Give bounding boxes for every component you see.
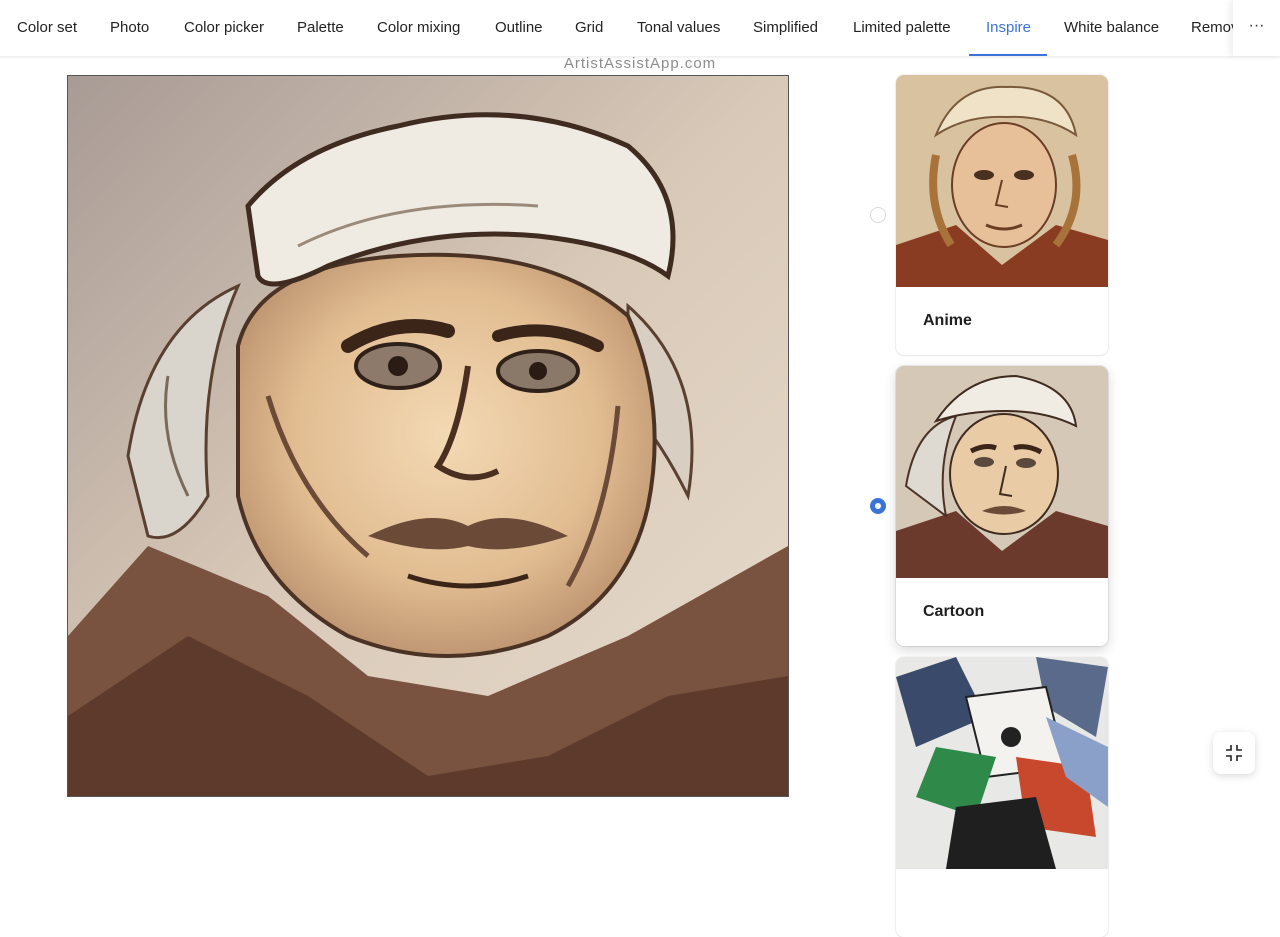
style-label-3 <box>896 869 1108 937</box>
exit-fullscreen-button[interactable] <box>1213 732 1255 774</box>
cartoon-thumbnail <box>896 366 1108 578</box>
tab-limited-palette[interactable]: Limited palette <box>853 0 951 56</box>
inspire-result-image <box>67 75 789 797</box>
style-label-anime: Anime <box>923 312 972 329</box>
anime-thumbnail <box>896 75 1108 287</box>
watermark: ArtistAssistApp.com <box>563 55 717 72</box>
tab-palette[interactable]: Palette <box>297 0 344 56</box>
style-radio-anime[interactable] <box>870 207 886 223</box>
ellipsis-icon: ··· <box>1248 17 1265 34</box>
tab-color-mixing[interactable]: Color mixing <box>377 0 460 56</box>
more-tabs-button[interactable]: ··· <box>1233 0 1280 56</box>
tab-inspire[interactable]: Inspire <box>986 0 1031 56</box>
tab-simplified[interactable]: Simplified <box>753 0 818 56</box>
tab-bar: Color set Photo Color picker Palette Col… <box>0 0 1280 57</box>
tab-list: Color set Photo Color picker Palette Col… <box>0 0 1233 56</box>
active-tab-indicator <box>969 54 1047 56</box>
tab-remove[interactable]: Remov <box>1191 0 1233 56</box>
tab-photo[interactable]: Photo <box>110 0 149 56</box>
style-card-cartoon[interactable]: Cartoon <box>896 366 1108 646</box>
tab-white-balance[interactable]: White balance <box>1064 0 1159 56</box>
cubism-thumbnail <box>896 657 1108 869</box>
compress-icon <box>1226 745 1242 761</box>
tab-outline[interactable]: Outline <box>495 0 543 56</box>
style-radio-cartoon[interactable] <box>870 498 886 514</box>
tab-color-set[interactable]: Color set <box>17 0 77 56</box>
tab-color-picker[interactable]: Color picker <box>184 0 264 56</box>
style-label-cartoon: Cartoon <box>923 603 985 620</box>
style-card-cubism[interactable] <box>896 657 1108 937</box>
style-card-anime[interactable]: Anime <box>896 75 1108 355</box>
tab-tonal-values[interactable]: Tonal values <box>637 0 720 56</box>
tab-grid[interactable]: Grid <box>575 0 603 56</box>
